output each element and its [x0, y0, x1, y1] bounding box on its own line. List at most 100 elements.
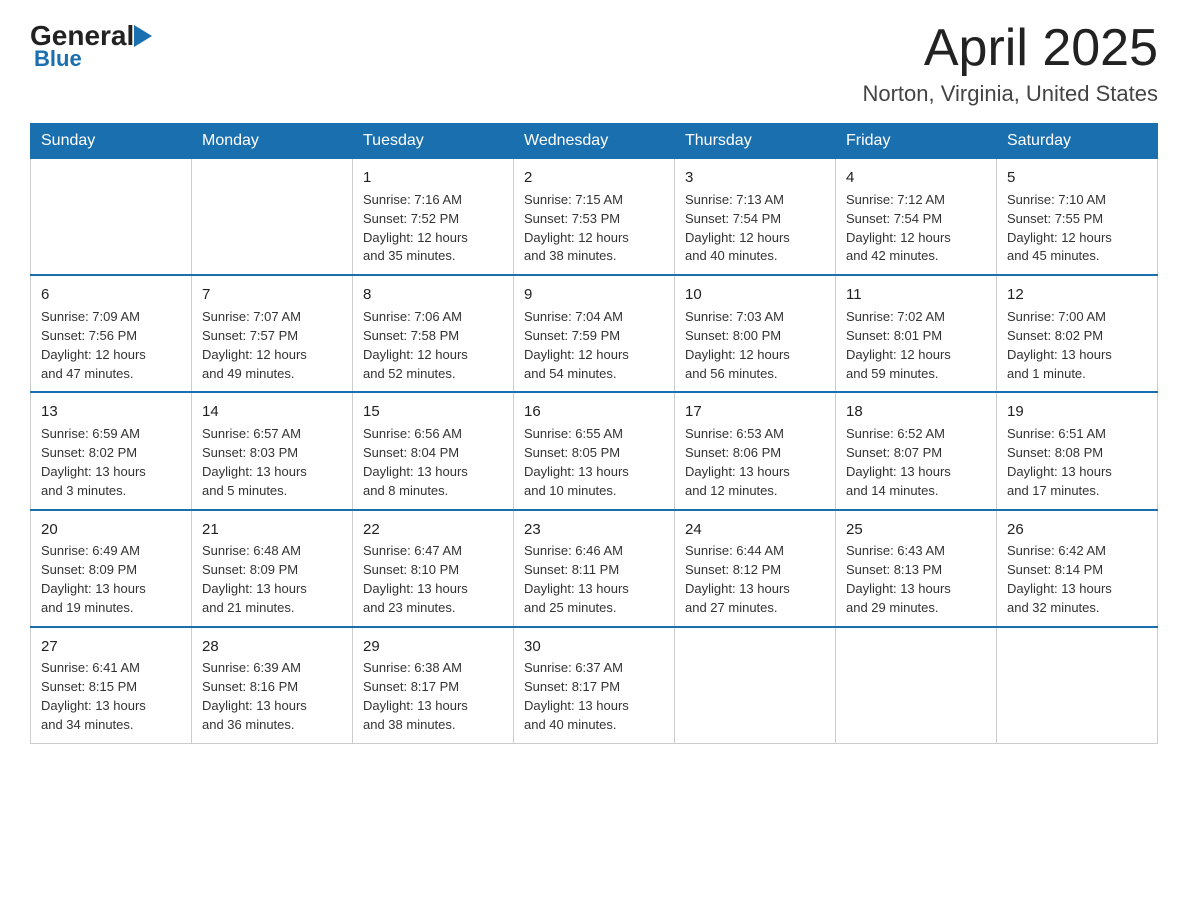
calendar-cell: 7Sunrise: 7:07 AM Sunset: 7:57 PM Daylig…	[192, 275, 353, 392]
day-number: 22	[363, 519, 503, 541]
day-info: Sunrise: 7:15 AM Sunset: 7:53 PM Dayligh…	[524, 191, 664, 266]
calendar-week-row: 6Sunrise: 7:09 AM Sunset: 7:56 PM Daylig…	[31, 275, 1158, 392]
day-info: Sunrise: 6:55 AM Sunset: 8:05 PM Dayligh…	[524, 425, 664, 500]
calendar-cell	[192, 159, 353, 276]
calendar-cell	[997, 627, 1158, 744]
day-info: Sunrise: 7:04 AM Sunset: 7:59 PM Dayligh…	[524, 308, 664, 383]
day-info: Sunrise: 6:59 AM Sunset: 8:02 PM Dayligh…	[41, 425, 181, 500]
calendar-cell	[836, 627, 997, 744]
day-info: Sunrise: 7:16 AM Sunset: 7:52 PM Dayligh…	[363, 191, 503, 266]
day-number: 19	[1007, 401, 1147, 423]
day-info: Sunrise: 6:57 AM Sunset: 8:03 PM Dayligh…	[202, 425, 342, 500]
col-header-sunday: Sunday	[31, 124, 192, 159]
day-number: 9	[524, 284, 664, 306]
day-number: 4	[846, 167, 986, 189]
day-number: 5	[1007, 167, 1147, 189]
calendar-cell: 26Sunrise: 6:42 AM Sunset: 8:14 PM Dayli…	[997, 510, 1158, 627]
day-info: Sunrise: 7:12 AM Sunset: 7:54 PM Dayligh…	[846, 191, 986, 266]
day-number: 24	[685, 519, 825, 541]
day-number: 27	[41, 636, 181, 658]
day-number: 23	[524, 519, 664, 541]
day-info: Sunrise: 6:51 AM Sunset: 8:08 PM Dayligh…	[1007, 425, 1147, 500]
day-info: Sunrise: 6:44 AM Sunset: 8:12 PM Dayligh…	[685, 542, 825, 617]
col-header-monday: Monday	[192, 124, 353, 159]
day-info: Sunrise: 6:53 AM Sunset: 8:06 PM Dayligh…	[685, 425, 825, 500]
calendar-cell: 21Sunrise: 6:48 AM Sunset: 8:09 PM Dayli…	[192, 510, 353, 627]
calendar-cell: 19Sunrise: 6:51 AM Sunset: 8:08 PM Dayli…	[997, 392, 1158, 509]
calendar-cell: 25Sunrise: 6:43 AM Sunset: 8:13 PM Dayli…	[836, 510, 997, 627]
day-number: 21	[202, 519, 342, 541]
day-info: Sunrise: 7:03 AM Sunset: 8:00 PM Dayligh…	[685, 308, 825, 383]
calendar-cell: 30Sunrise: 6:37 AM Sunset: 8:17 PM Dayli…	[514, 627, 675, 744]
day-number: 2	[524, 167, 664, 189]
day-info: Sunrise: 6:52 AM Sunset: 8:07 PM Dayligh…	[846, 425, 986, 500]
calendar-cell: 22Sunrise: 6:47 AM Sunset: 8:10 PM Dayli…	[353, 510, 514, 627]
col-header-wednesday: Wednesday	[514, 124, 675, 159]
calendar-cell: 8Sunrise: 7:06 AM Sunset: 7:58 PM Daylig…	[353, 275, 514, 392]
day-info: Sunrise: 7:06 AM Sunset: 7:58 PM Dayligh…	[363, 308, 503, 383]
col-header-tuesday: Tuesday	[353, 124, 514, 159]
calendar-week-row: 13Sunrise: 6:59 AM Sunset: 8:02 PM Dayli…	[31, 392, 1158, 509]
calendar-cell: 9Sunrise: 7:04 AM Sunset: 7:59 PM Daylig…	[514, 275, 675, 392]
calendar-cell: 27Sunrise: 6:41 AM Sunset: 8:15 PM Dayli…	[31, 627, 192, 744]
day-number: 28	[202, 636, 342, 658]
calendar-cell	[675, 627, 836, 744]
calendar-cell: 18Sunrise: 6:52 AM Sunset: 8:07 PM Dayli…	[836, 392, 997, 509]
day-number: 30	[524, 636, 664, 658]
day-number: 16	[524, 401, 664, 423]
day-info: Sunrise: 6:37 AM Sunset: 8:17 PM Dayligh…	[524, 659, 664, 734]
calendar-cell: 11Sunrise: 7:02 AM Sunset: 8:01 PM Dayli…	[836, 275, 997, 392]
calendar-cell: 20Sunrise: 6:49 AM Sunset: 8:09 PM Dayli…	[31, 510, 192, 627]
calendar-week-row: 1Sunrise: 7:16 AM Sunset: 7:52 PM Daylig…	[31, 159, 1158, 276]
calendar-cell	[31, 159, 192, 276]
logo: General Blue	[30, 20, 152, 72]
month-title: April 2025	[862, 20, 1158, 77]
day-info: Sunrise: 6:38 AM Sunset: 8:17 PM Dayligh…	[363, 659, 503, 734]
day-info: Sunrise: 7:13 AM Sunset: 7:54 PM Dayligh…	[685, 191, 825, 266]
day-info: Sunrise: 7:09 AM Sunset: 7:56 PM Dayligh…	[41, 308, 181, 383]
day-info: Sunrise: 6:56 AM Sunset: 8:04 PM Dayligh…	[363, 425, 503, 500]
day-number: 14	[202, 401, 342, 423]
logo-blue-subtitle: Blue	[32, 46, 82, 72]
day-info: Sunrise: 6:39 AM Sunset: 8:16 PM Dayligh…	[202, 659, 342, 734]
day-number: 13	[41, 401, 181, 423]
calendar-cell: 13Sunrise: 6:59 AM Sunset: 8:02 PM Dayli…	[31, 392, 192, 509]
calendar-table: SundayMondayTuesdayWednesdayThursdayFrid…	[30, 123, 1158, 744]
day-info: Sunrise: 7:10 AM Sunset: 7:55 PM Dayligh…	[1007, 191, 1147, 266]
calendar-cell: 17Sunrise: 6:53 AM Sunset: 8:06 PM Dayli…	[675, 392, 836, 509]
calendar-cell: 15Sunrise: 6:56 AM Sunset: 8:04 PM Dayli…	[353, 392, 514, 509]
day-number: 29	[363, 636, 503, 658]
day-info: Sunrise: 7:00 AM Sunset: 8:02 PM Dayligh…	[1007, 308, 1147, 383]
day-number: 11	[846, 284, 986, 306]
day-info: Sunrise: 6:43 AM Sunset: 8:13 PM Dayligh…	[846, 542, 986, 617]
calendar-header-row: SundayMondayTuesdayWednesdayThursdayFrid…	[31, 124, 1158, 159]
day-number: 17	[685, 401, 825, 423]
calendar-cell: 16Sunrise: 6:55 AM Sunset: 8:05 PM Dayli…	[514, 392, 675, 509]
day-number: 6	[41, 284, 181, 306]
day-info: Sunrise: 6:41 AM Sunset: 8:15 PM Dayligh…	[41, 659, 181, 734]
day-info: Sunrise: 6:42 AM Sunset: 8:14 PM Dayligh…	[1007, 542, 1147, 617]
calendar-cell: 4Sunrise: 7:12 AM Sunset: 7:54 PM Daylig…	[836, 159, 997, 276]
day-number: 26	[1007, 519, 1147, 541]
location-title: Norton, Virginia, United States	[862, 81, 1158, 107]
day-number: 1	[363, 167, 503, 189]
calendar-cell: 1Sunrise: 7:16 AM Sunset: 7:52 PM Daylig…	[353, 159, 514, 276]
day-number: 15	[363, 401, 503, 423]
calendar-cell: 24Sunrise: 6:44 AM Sunset: 8:12 PM Dayli…	[675, 510, 836, 627]
calendar-cell: 3Sunrise: 7:13 AM Sunset: 7:54 PM Daylig…	[675, 159, 836, 276]
calendar-cell: 14Sunrise: 6:57 AM Sunset: 8:03 PM Dayli…	[192, 392, 353, 509]
header: General Blue April 2025 Norton, Virginia…	[30, 20, 1158, 107]
day-info: Sunrise: 6:46 AM Sunset: 8:11 PM Dayligh…	[524, 542, 664, 617]
calendar-cell: 12Sunrise: 7:00 AM Sunset: 8:02 PM Dayli…	[997, 275, 1158, 392]
logo-triangle-icon	[134, 25, 152, 47]
day-number: 18	[846, 401, 986, 423]
day-number: 8	[363, 284, 503, 306]
calendar-cell: 2Sunrise: 7:15 AM Sunset: 7:53 PM Daylig…	[514, 159, 675, 276]
day-info: Sunrise: 7:02 AM Sunset: 8:01 PM Dayligh…	[846, 308, 986, 383]
calendar-cell: 6Sunrise: 7:09 AM Sunset: 7:56 PM Daylig…	[31, 275, 192, 392]
day-info: Sunrise: 6:49 AM Sunset: 8:09 PM Dayligh…	[41, 542, 181, 617]
day-number: 7	[202, 284, 342, 306]
col-header-thursday: Thursday	[675, 124, 836, 159]
title-area: April 2025 Norton, Virginia, United Stat…	[862, 20, 1158, 107]
calendar-cell: 10Sunrise: 7:03 AM Sunset: 8:00 PM Dayli…	[675, 275, 836, 392]
